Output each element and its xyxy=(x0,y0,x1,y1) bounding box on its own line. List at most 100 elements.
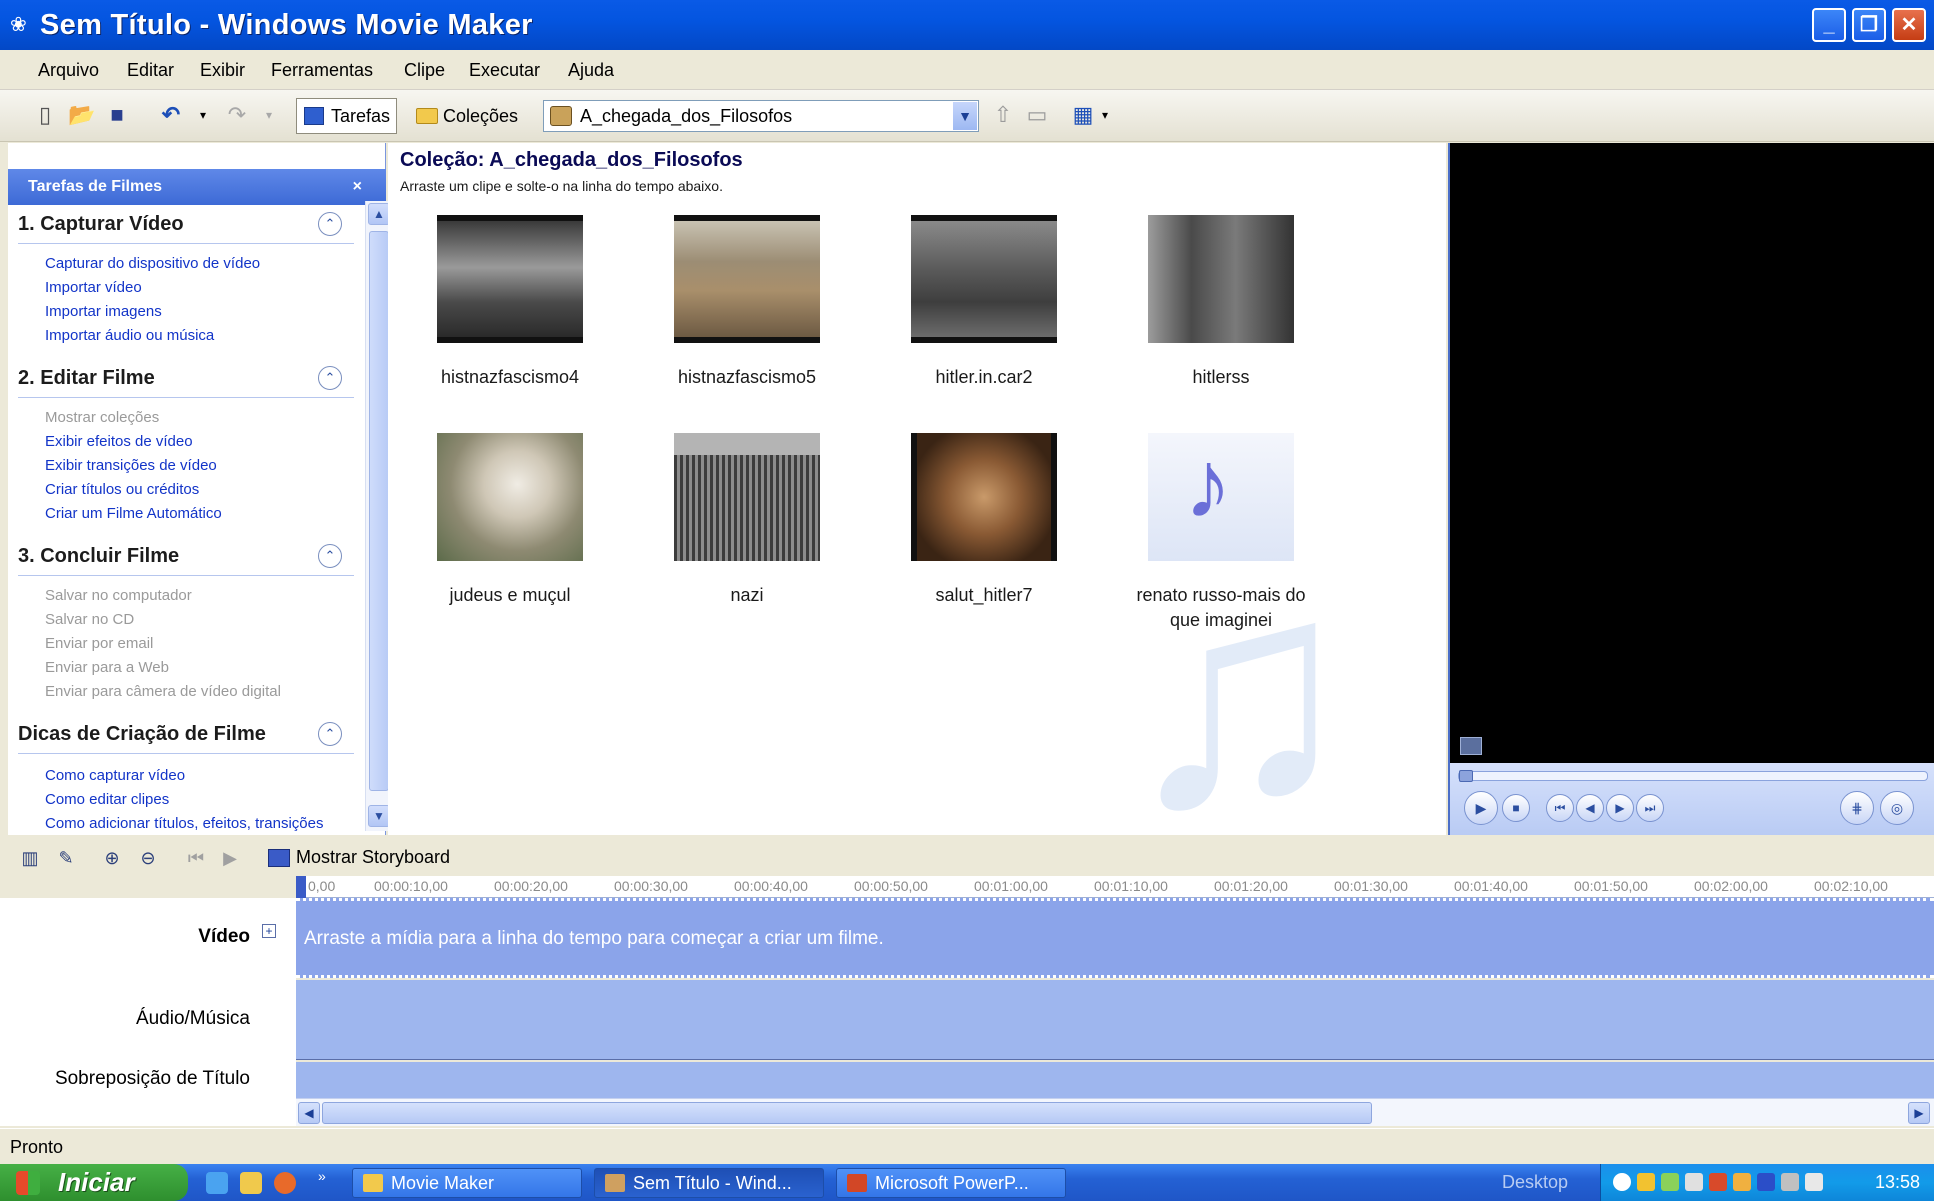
clip-item[interactable]: salut_hitler7 xyxy=(884,433,1084,608)
expand-track-icon[interactable]: + xyxy=(262,924,276,938)
up-level-icon[interactable]: ⇧ xyxy=(990,102,1016,128)
tray-app-icon[interactable] xyxy=(1685,1173,1703,1191)
network-icon[interactable] xyxy=(1661,1173,1679,1191)
new-collection-folder-icon[interactable]: ▭ xyxy=(1024,102,1050,128)
taskbar-app-powerpoint[interactable]: Microsoft PowerP... xyxy=(836,1168,1066,1198)
chevron-up-icon[interactable]: ⌃ xyxy=(318,544,342,568)
views-dropdown-icon[interactable]: ▾ xyxy=(1092,102,1118,128)
clip-item[interactable]: histnazfascismo4 xyxy=(410,215,610,390)
task-import-video[interactable]: Importar vídeo xyxy=(45,279,142,296)
explorer-icon[interactable] xyxy=(240,1172,262,1194)
tip-capture-video[interactable]: Como capturar vídeo xyxy=(45,767,185,784)
play-timeline-icon[interactable]: ▶ xyxy=(218,846,242,870)
tray-app-icon[interactable] xyxy=(1757,1173,1775,1191)
desktop-toolbar-label[interactable]: Desktop xyxy=(1502,1172,1568,1193)
menu-exibir[interactable]: Exibir xyxy=(200,60,245,81)
ie-icon[interactable] xyxy=(206,1172,228,1194)
section-tips-title[interactable]: Dicas de Criação de Filme xyxy=(18,723,266,746)
minimize-button[interactable]: _ xyxy=(1812,8,1846,42)
redo-icon[interactable]: ↷ xyxy=(224,102,250,128)
task-titles-credits[interactable]: Criar títulos ou créditos xyxy=(45,481,199,498)
clip-item[interactable]: judeus e muçul xyxy=(410,433,610,608)
section-capture-title[interactable]: 1. Capturar Vídeo xyxy=(18,213,184,236)
undo-dropdown-icon[interactable]: ▾ xyxy=(190,102,216,128)
menu-ajuda[interactable]: Ajuda xyxy=(568,60,614,81)
tray-app-icon[interactable] xyxy=(1733,1173,1751,1191)
narrate-timeline-icon[interactable]: ✎ xyxy=(54,846,78,870)
task-capture-device[interactable]: Capturar do dispositivo de vídeo xyxy=(45,255,260,272)
scroll-thumb[interactable] xyxy=(369,231,389,791)
rewind-icon[interactable]: ◀ xyxy=(1576,794,1604,822)
chevron-right-icon[interactable]: » xyxy=(318,1168,326,1184)
security-shield-icon[interactable] xyxy=(1637,1173,1655,1191)
scroll-left-icon[interactable]: ◀ xyxy=(298,1102,320,1124)
tip-add-titles[interactable]: Como adicionar títulos, efeitos, transiç… xyxy=(45,815,323,832)
menu-ferramentas[interactable]: Ferramentas xyxy=(271,60,373,81)
section-edit-title[interactable]: 2. Editar Filme xyxy=(18,367,155,390)
seek-thumb[interactable] xyxy=(1459,770,1473,782)
take-picture-icon[interactable]: ◎ xyxy=(1880,791,1914,825)
task-automovie[interactable]: Criar um Filme Automático xyxy=(45,505,222,522)
save-project-icon[interactable]: ■ xyxy=(104,102,130,128)
clip-item[interactable]: ♪ renato russo-mais do que imaginei xyxy=(1121,433,1321,633)
forward-icon[interactable]: ▶ xyxy=(1606,794,1634,822)
taskbar-app-movie-maker-folder[interactable]: Movie Maker xyxy=(352,1168,582,1198)
scroll-down-icon[interactable]: ▼ xyxy=(368,805,390,827)
maximize-button[interactable]: ❐ xyxy=(1852,8,1886,42)
playhead[interactable] xyxy=(296,876,306,898)
menu-editar[interactable]: Editar xyxy=(127,60,174,81)
zoom-in-icon[interactable]: ⊕ xyxy=(100,846,124,870)
chevron-up-icon[interactable]: ⌃ xyxy=(318,722,342,746)
tray-app-icon[interactable] xyxy=(1805,1173,1823,1191)
taskbar-app-movie-maker[interactable]: Sem Título - Wind... xyxy=(594,1168,824,1198)
close-pane-icon[interactable]: × xyxy=(353,169,362,205)
scroll-thumb[interactable] xyxy=(322,1102,1372,1124)
show-storyboard-button[interactable]: Mostrar Storyboard xyxy=(296,847,450,868)
volume-icon[interactable] xyxy=(1781,1173,1799,1191)
tip-edit-clips[interactable]: Como editar clipes xyxy=(45,791,169,808)
menu-executar[interactable]: Executar xyxy=(469,60,540,81)
tray-app-icon[interactable] xyxy=(1709,1173,1727,1191)
new-project-icon[interactable]: ▯ xyxy=(32,102,58,128)
section-finish-title[interactable]: 3. Concluir Filme xyxy=(18,545,179,568)
close-button[interactable]: ✕ xyxy=(1892,8,1926,42)
media-player-icon[interactable] xyxy=(274,1172,296,1194)
set-audio-levels-icon[interactable]: ▥ xyxy=(18,846,42,870)
rewind-timeline-icon[interactable]: ⏮ xyxy=(184,846,208,870)
split-clip-icon[interactable]: ⋕ xyxy=(1840,791,1874,825)
chevron-up-icon[interactable]: ⌃ xyxy=(318,212,342,236)
collection-select[interactable]: A_chegada_dos_Filosofos ▼ xyxy=(543,100,979,132)
task-import-images[interactable]: Importar imagens xyxy=(45,303,162,320)
clip-item[interactable]: histnazfascismo5 xyxy=(647,215,847,390)
tray-expand-icon[interactable] xyxy=(1613,1173,1631,1191)
redo-dropdown-icon[interactable]: ▾ xyxy=(256,102,282,128)
stop-icon[interactable]: ■ xyxy=(1502,794,1530,822)
timeline-scrollbar[interactable]: ◀ ▶ xyxy=(296,1098,1934,1126)
video-track[interactable]: Arraste a mídia para a linha do tempo pa… xyxy=(296,898,1934,978)
next-frame-icon[interactable]: ⏭ xyxy=(1636,794,1664,822)
open-project-icon[interactable]: 📂 xyxy=(68,102,95,128)
clock[interactable]: 13:58 xyxy=(1875,1172,1920,1193)
clip-item[interactable]: hitler.in.car2 xyxy=(884,215,1084,390)
chevron-up-icon[interactable]: ⌃ xyxy=(318,366,342,390)
tasks-button[interactable]: Tarefas xyxy=(296,98,398,134)
play-icon[interactable]: ▶ xyxy=(1464,791,1498,825)
fullscreen-icon[interactable] xyxy=(1460,737,1482,755)
seek-bar[interactable] xyxy=(1458,770,1928,782)
chevron-down-icon[interactable]: ▼ xyxy=(953,102,977,130)
timeline-ruler[interactable]: 0,00 00:00:10,00 00:00:20,00 00:00:30,00… xyxy=(296,876,1934,898)
clip-item[interactable]: nazi xyxy=(647,433,847,608)
task-video-effects[interactable]: Exibir efeitos de vídeo xyxy=(45,433,193,450)
collections-button[interactable]: Coleções xyxy=(408,98,525,134)
menu-arquivo[interactable]: Arquivo xyxy=(38,60,99,81)
audio-track[interactable] xyxy=(296,980,1934,1060)
scroll-right-icon[interactable]: ▶ xyxy=(1908,1102,1930,1124)
task-video-transitions[interactable]: Exibir transições de vídeo xyxy=(45,457,217,474)
previous-frame-icon[interactable]: ⏮ xyxy=(1546,794,1574,822)
zoom-out-icon[interactable]: ⊖ xyxy=(136,846,160,870)
clip-item[interactable]: hitlerss xyxy=(1121,215,1321,390)
scroll-up-icon[interactable]: ▲ xyxy=(368,203,390,225)
task-import-audio[interactable]: Importar áudio ou música xyxy=(45,327,214,344)
menu-clipe[interactable]: Clipe xyxy=(404,60,445,81)
undo-icon[interactable]: ↶ xyxy=(158,102,184,128)
